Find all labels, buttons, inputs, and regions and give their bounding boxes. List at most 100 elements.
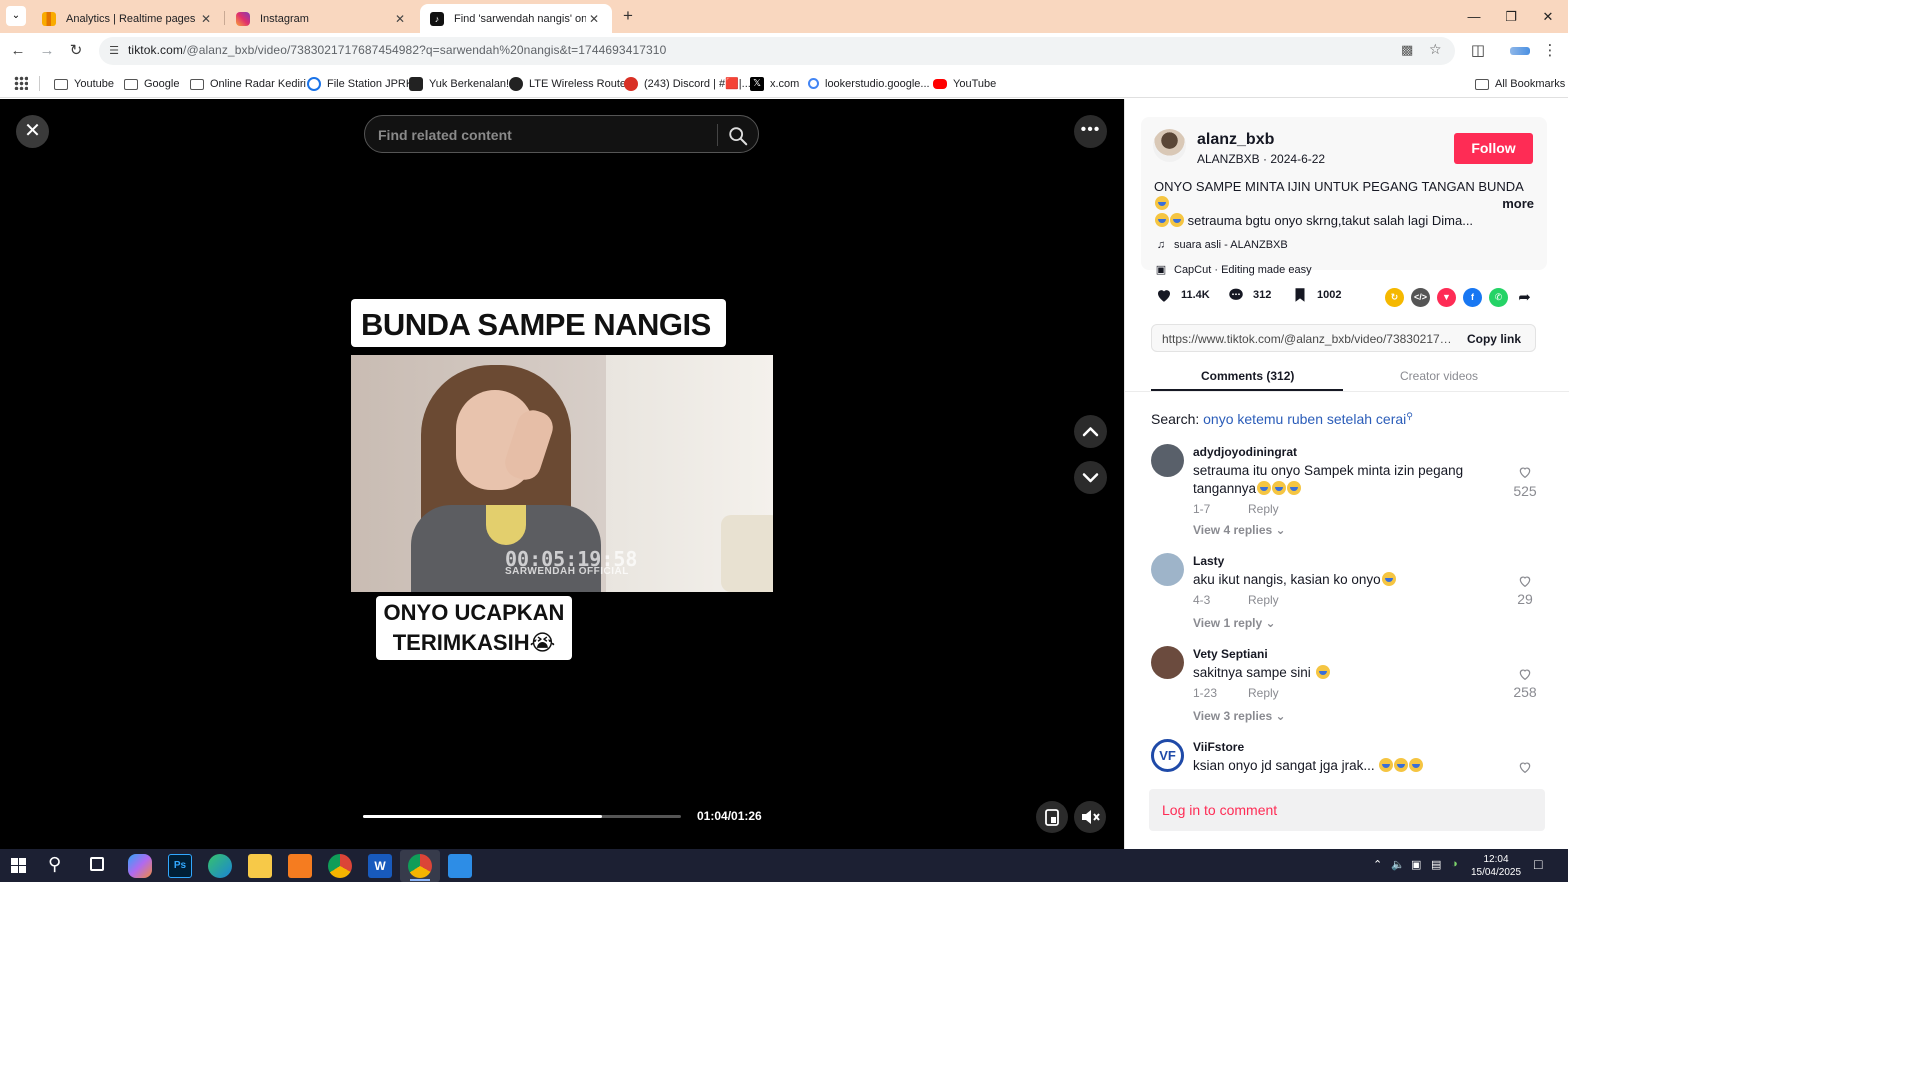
tab-creator-videos[interactable]: Creator videos	[1400, 369, 1478, 383]
view-replies-button[interactable]: View 1 reply ⌄	[1193, 616, 1276, 630]
task-view-icon[interactable]	[90, 857, 104, 871]
tab-search-dropdown[interactable]: ⌄	[6, 6, 26, 26]
windows-start-icon[interactable]	[11, 858, 26, 873]
comment-username[interactable]: Vety Septiani	[1193, 647, 1268, 661]
back-icon[interactable]: ←	[6, 39, 30, 63]
chrome-red-icon[interactable]	[328, 854, 352, 878]
mute-button[interactable]	[1074, 801, 1106, 833]
like-button[interactable]: 11.4K	[1155, 286, 1210, 304]
restore-icon[interactable]: ❐	[1492, 0, 1530, 33]
word-icon[interactable]: W	[368, 854, 392, 878]
bookmark-youtube-folder[interactable]: Youtube	[54, 75, 114, 92]
close-icon[interactable]: ✕	[16, 115, 49, 148]
more-options-icon[interactable]: •••	[1074, 115, 1107, 148]
chrome-icon[interactable]	[408, 854, 432, 878]
more-link[interactable]: more	[1502, 195, 1534, 212]
address-bar[interactable]: ☰ tiktok.com/@alanz_bxb/video/7383021717…	[99, 37, 1455, 65]
bookmark-looker[interactable]: lookerstudio.google...	[808, 75, 930, 92]
comment-username[interactable]: adydjoyodiningrat	[1193, 445, 1297, 459]
heart-outline-icon[interactable]	[1517, 464, 1533, 480]
edge-icon[interactable]	[208, 854, 232, 878]
tab-analytics[interactable]: Analytics | Realtime pages ✕	[32, 4, 224, 33]
forward-icon[interactable]: →	[35, 39, 59, 63]
copy-link-button[interactable]: Copy link	[1467, 332, 1521, 346]
reply-button[interactable]: Reply	[1248, 686, 1279, 700]
bookmark-star-icon[interactable]: ☆	[1429, 41, 1442, 58]
minimize-icon[interactable]: —	[1455, 0, 1493, 33]
tab-instagram[interactable]: Instagram ✕	[226, 4, 418, 33]
next-video-button[interactable]	[1074, 461, 1107, 494]
search-icon[interactable]	[727, 125, 749, 147]
network-icon[interactable]: ▣	[1411, 858, 1421, 871]
blue-app-icon[interactable]	[448, 854, 472, 878]
whatsapp-icon[interactable]: ✆	[1489, 288, 1508, 307]
follow-button[interactable]: Follow	[1454, 133, 1533, 164]
avatar[interactable]	[1151, 553, 1184, 586]
close-icon[interactable]: ✕	[198, 11, 214, 27]
avatar[interactable]	[1151, 444, 1184, 477]
previous-video-button[interactable]	[1074, 415, 1107, 448]
reply-button[interactable]: Reply	[1248, 593, 1279, 607]
bookmark-youtube[interactable]: YouTube	[933, 75, 996, 92]
repost-icon[interactable]: ↻	[1385, 288, 1404, 307]
avatar[interactable]	[1151, 646, 1184, 679]
orange-app-icon[interactable]	[288, 854, 312, 878]
profile-icon[interactable]	[1510, 47, 1530, 55]
url-text[interactable]: tiktok.com/@alanz_bxb/video/738302171768…	[128, 43, 666, 57]
share-arrow-icon[interactable]: ➦	[1515, 288, 1534, 307]
tab-comments[interactable]: Comments (312)	[1201, 369, 1294, 383]
avatar[interactable]: VF	[1151, 739, 1184, 772]
login-to-comment-button[interactable]: Log in to comment	[1149, 789, 1545, 831]
author-username[interactable]: alanz_bxb	[1197, 131, 1274, 149]
all-bookmarks[interactable]: All Bookmarks	[1475, 75, 1565, 92]
music-row[interactable]: ♫ suara asli - ALANZBXB	[1154, 239, 1288, 251]
bookmark-discord[interactable]: (243) Discord | #🟥|...	[624, 75, 751, 92]
save-button[interactable]: 1002	[1291, 286, 1341, 304]
embed-icon[interactable]: </>	[1411, 288, 1430, 307]
bookmark-google-folder[interactable]: Google	[124, 75, 179, 92]
menu-icon[interactable]: ⋮	[1538, 39, 1562, 63]
send-icon[interactable]: ▼	[1437, 288, 1456, 307]
heart-outline-icon[interactable]	[1517, 666, 1533, 682]
heart-outline-icon[interactable]	[1517, 573, 1533, 589]
search-keyword[interactable]: onyo ketemu ruben setelah cerai	[1203, 411, 1406, 427]
install-app-icon[interactable]: ▩	[1401, 42, 1413, 58]
capcut-row[interactable]: ▣ CapCut · Editing made easy	[1154, 263, 1312, 277]
avatar[interactable]	[1153, 129, 1186, 162]
bookmark-yuk-berkenalan[interactable]: Yuk Berkenalan!	[409, 75, 509, 92]
security-icon[interactable]: ◑	[1451, 858, 1458, 870]
new-tab-button[interactable]: +	[618, 6, 638, 26]
bookmark-lte-router[interactable]: LTE Wireless Router	[509, 75, 630, 92]
comment-username[interactable]: Lasty	[1193, 554, 1224, 568]
related-search-input[interactable]: Find related content	[364, 115, 759, 153]
close-icon[interactable]: ✕	[392, 11, 408, 27]
site-info-icon[interactable]: ☰	[105, 42, 123, 60]
extensions-icon[interactable]: ◫	[1466, 39, 1490, 63]
view-replies-button[interactable]: View 4 replies ⌄	[1193, 523, 1286, 537]
speaker-icon[interactable]: 🔈	[1391, 858, 1405, 871]
file-explorer-icon[interactable]	[248, 854, 272, 878]
share-link-field[interactable]: https://www.tiktok.com/@alanz_bxb/video/…	[1151, 324, 1536, 352]
floating-player-button[interactable]	[1036, 801, 1068, 833]
video-progress-bar[interactable]	[363, 815, 681, 818]
copilot-icon[interactable]	[128, 854, 152, 878]
view-replies-button[interactable]: View 3 replies ⌄	[1193, 709, 1286, 723]
heart-outline-icon[interactable]	[1517, 759, 1533, 773]
search-suggestion[interactable]: Search: onyo ketemu ruben setelah cerai⚲	[1151, 411, 1413, 427]
reply-button[interactable]: Reply	[1248, 502, 1279, 516]
facebook-icon[interactable]: f	[1463, 288, 1482, 307]
clock[interactable]: 12:04 15/04/2025	[1470, 853, 1522, 879]
bookmark-online-radar[interactable]: Online Radar Kediri	[190, 75, 306, 92]
show-hidden-icons[interactable]: ⌃	[1373, 858, 1382, 871]
reload-icon[interactable]: ↻	[64, 39, 88, 63]
bookmark-x[interactable]: 𝕏x.com	[750, 75, 799, 92]
display-icon[interactable]: ▤	[1431, 858, 1441, 871]
comment-username[interactable]: ViiFstore	[1193, 740, 1244, 754]
apps-icon[interactable]	[14, 76, 28, 90]
notification-icon[interactable]: □	[1534, 856, 1542, 872]
photoshop-icon[interactable]: Ps	[168, 854, 192, 878]
close-icon[interactable]: ✕	[586, 11, 602, 27]
tab-tiktok[interactable]: ♪ Find 'sarwendah nangis' on TikT ✕	[420, 4, 612, 33]
comment-button[interactable]: 312	[1227, 286, 1271, 304]
bookmark-file-station[interactable]: File Station JPRK	[307, 75, 413, 92]
